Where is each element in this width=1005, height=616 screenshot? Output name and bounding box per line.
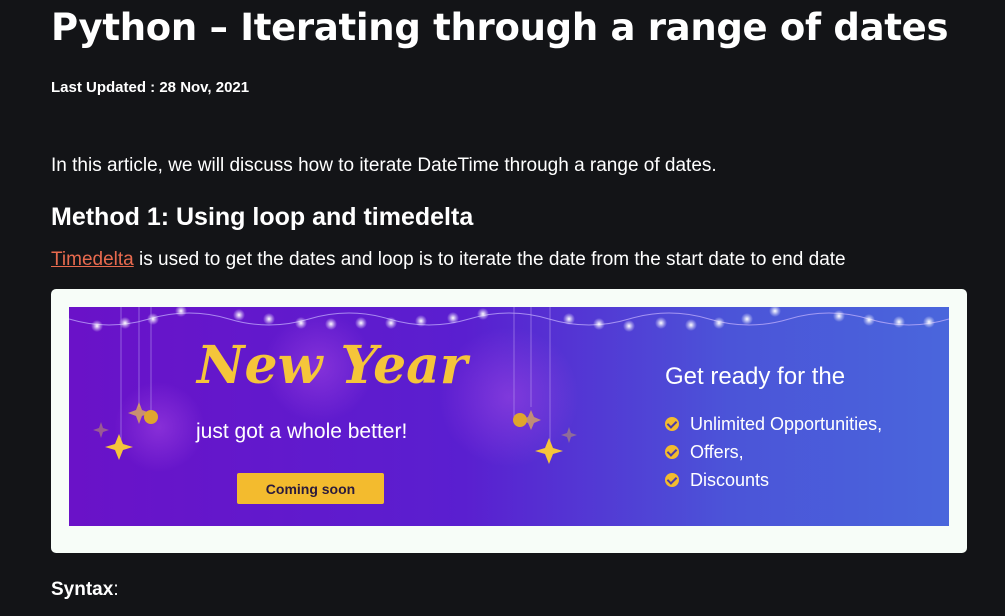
syntax-label: Syntax: xyxy=(51,579,119,601)
new-year-subline: just got a whole better! xyxy=(196,420,408,443)
last-updated: Last Updated : 28 Nov, 2021 xyxy=(51,79,250,96)
ad-container: New Year just got a whole better! Coming… xyxy=(51,289,967,553)
method-paragraph-text: is used to get the dates and loop is to … xyxy=(133,249,846,270)
promo-list: Unlimited Opportunities, Offers, Discoun… xyxy=(665,410,882,494)
check-circle-icon xyxy=(665,473,679,487)
article-page: Python – Iterating through a range of da… xyxy=(0,0,1005,616)
coming-soon-button[interactable]: Coming soon xyxy=(237,473,384,504)
promo-item-label: Offers, xyxy=(690,441,744,462)
check-circle-icon xyxy=(665,445,679,459)
promo-item: Unlimited Opportunities, xyxy=(665,410,882,438)
promo-heading: Get ready for the xyxy=(665,363,846,390)
new-year-banner[interactable]: New Year just got a whole better! Coming… xyxy=(69,307,949,526)
check-circle-icon xyxy=(665,417,679,431)
syntax-colon: : xyxy=(113,579,119,600)
syntax-label-text: Syntax xyxy=(51,579,114,600)
method-paragraph: Timedelta is used to get the dates and l… xyxy=(51,249,846,271)
article-title: Python – Iterating through a range of da… xyxy=(51,6,949,49)
promo-item: Offers, xyxy=(665,438,882,466)
intro-paragraph: In this article, we will discuss how to … xyxy=(51,155,717,176)
promo-item-label: Unlimited Opportunities, xyxy=(690,413,883,434)
new-year-headline: New Year xyxy=(197,335,468,396)
timedelta-link[interactable]: Timedelta xyxy=(51,249,134,270)
promo-item-label: Discounts xyxy=(690,469,770,490)
method-heading: Method 1: Using loop and timedelta xyxy=(51,203,474,231)
promo-item: Discounts xyxy=(665,466,882,494)
